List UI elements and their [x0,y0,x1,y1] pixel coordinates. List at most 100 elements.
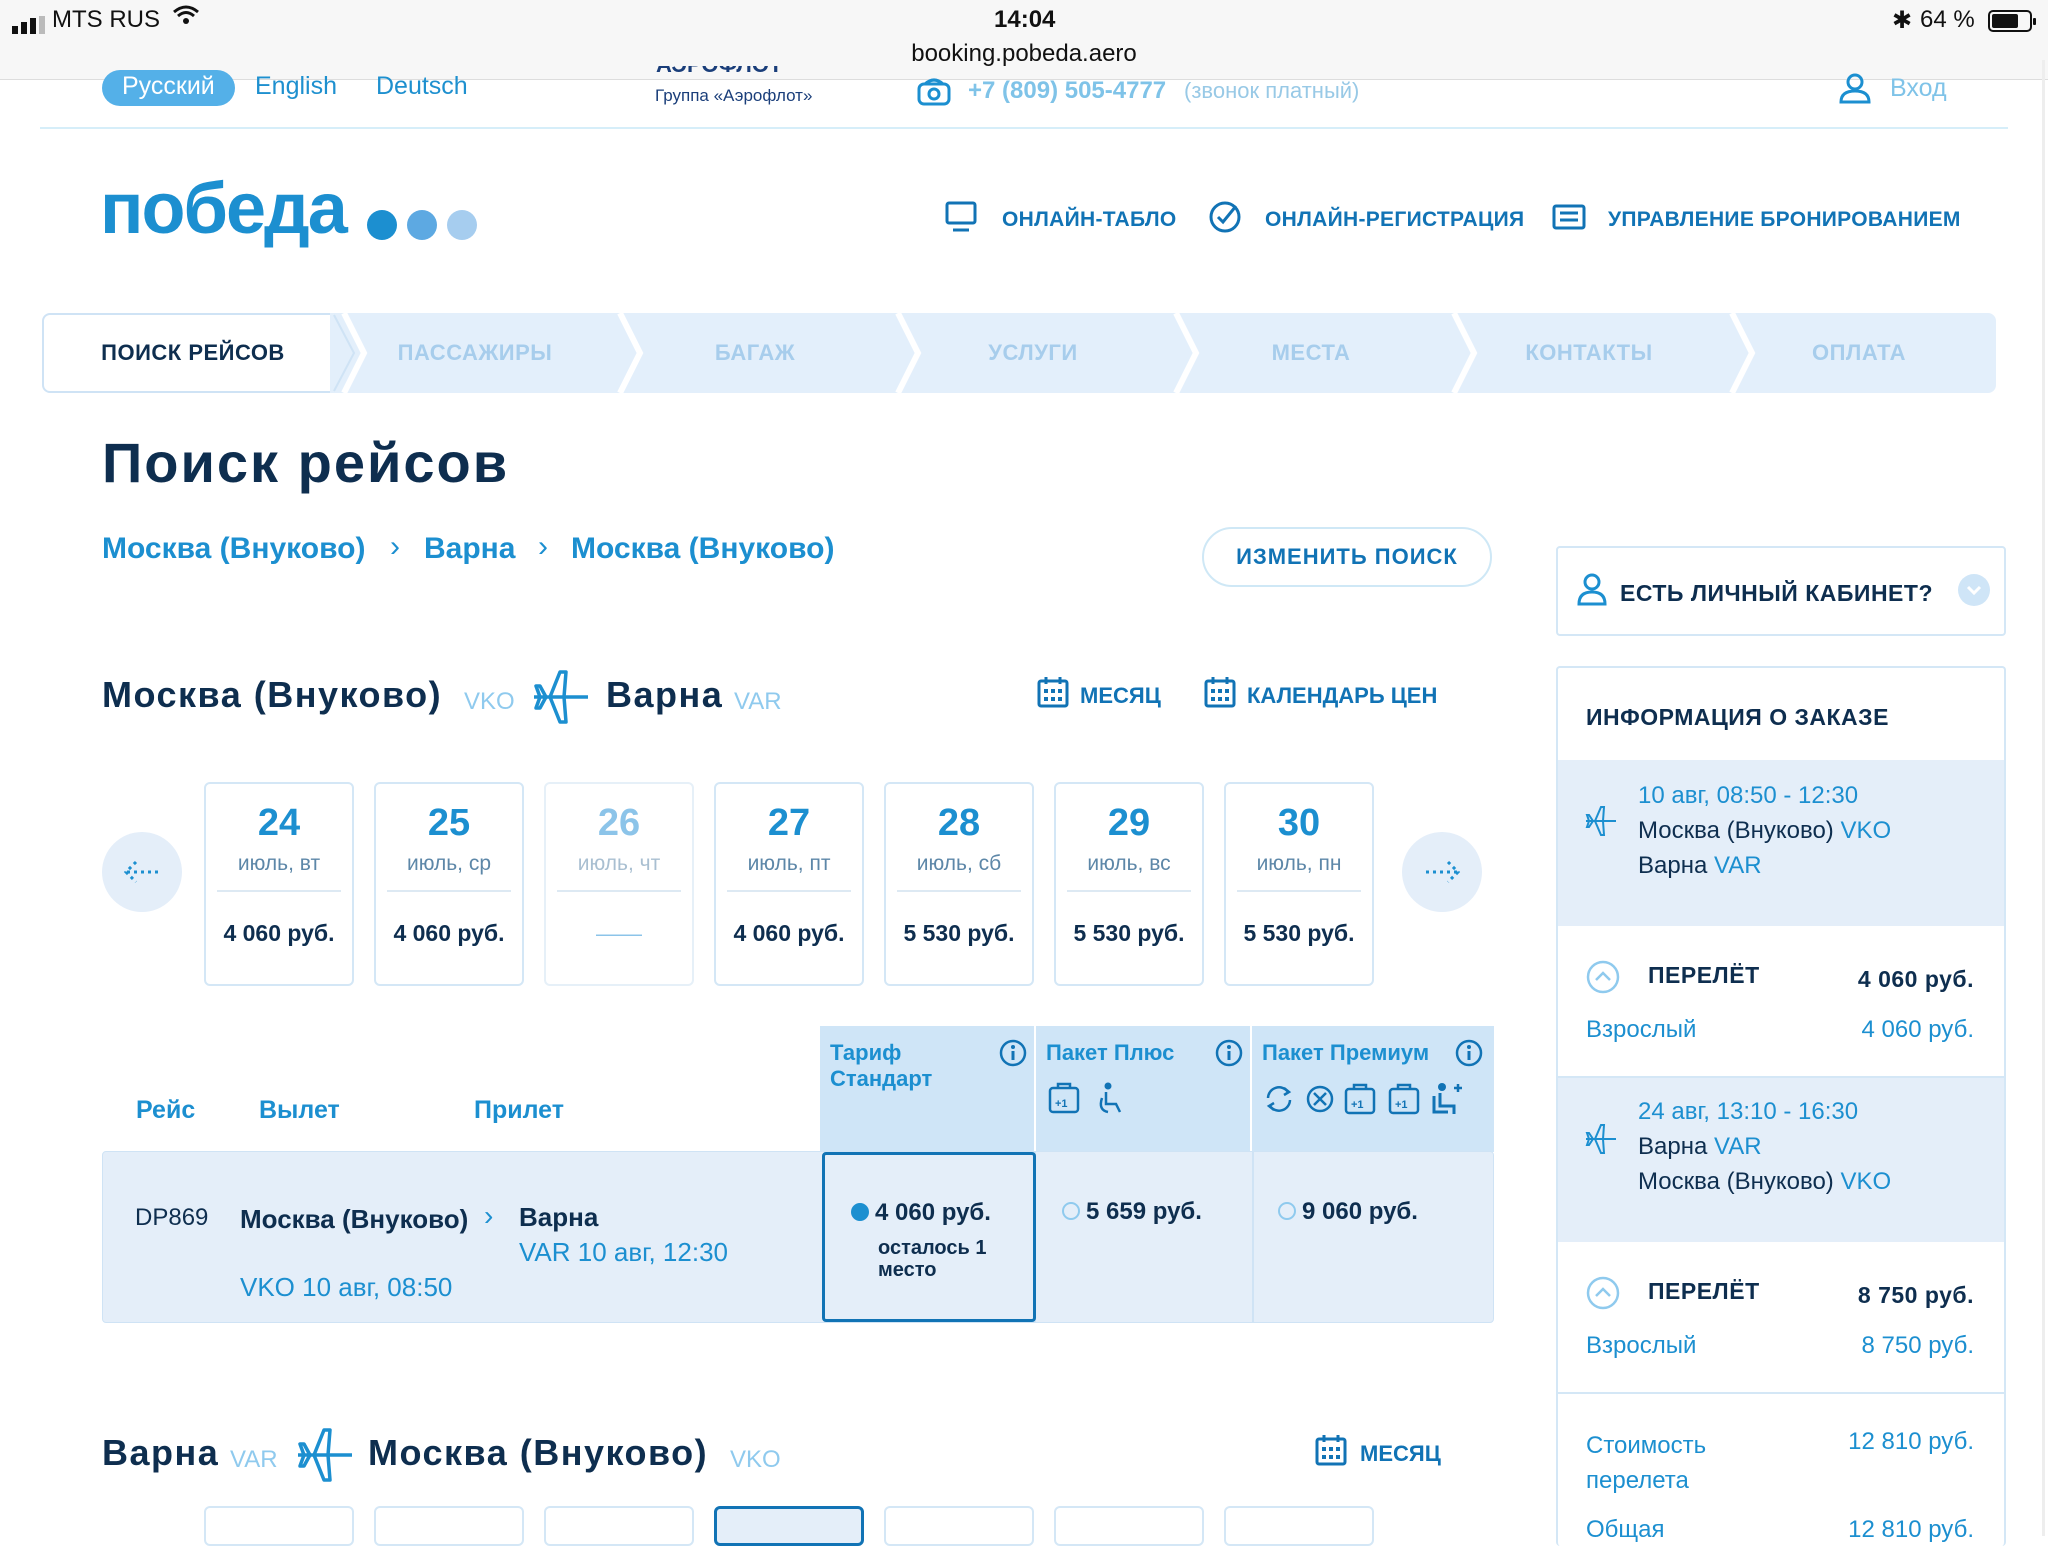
plane-icon [1584,804,1618,843]
fare-standard-selected[interactable]: 4 060 руб. осталось 1 место [822,1152,1036,1322]
svg-text:+1: +1 [1351,1099,1364,1111]
scrollbar[interactable] [2042,60,2045,1536]
flight-cost-label: Стоимость перелета [1586,1432,1707,1494]
lang-deutsch[interactable]: Deutsch [376,72,468,101]
svg-text:+1: +1 [1055,1098,1068,1110]
col-arrival: Прилет [474,1096,564,1124]
calendar-icon [1314,1433,1348,1472]
pobeda-logo[interactable]: победа [100,168,348,250]
return-from-code: VAR [230,1446,278,1473]
phone-number[interactable]: +7 (809) 505-4777 [968,77,1166,105]
lang-russian[interactable]: Русский [102,70,235,106]
date-option[interactable]: 28 июль, сб 5 530 руб. [884,782,1034,986]
col-departure: Вылет [259,1096,340,1124]
chevron-right-icon: › [390,530,400,563]
flight-cost-value: 12 810 руб. [1848,1428,1974,1455]
outbound-to-code: VAR [734,688,782,715]
outbound-from: Москва (Внуково) [102,674,443,715]
outbound-to: Варна [606,674,724,715]
chevron-down-icon[interactable] [1958,574,1990,606]
plane-icon [294,1424,356,1491]
pax-price: 8 750 руб. [1861,1332,1975,1359]
aeroflot-group-text: Группа «Аэрофлот» [655,86,813,105]
nav-online-checkin[interactable]: ОНЛАЙН-РЕГИСТРАЦИЯ [1265,208,1524,232]
date-option[interactable]: 25 июль, ср 4 060 руб. [374,782,524,986]
ios-status-bar: MTS RUS 14:04 booking.pobeda.aero ✱ 64 % [0,0,2048,80]
return-date-option[interactable] [884,1506,1034,1546]
info-icon[interactable] [1455,1039,1483,1072]
return-date-option[interactable] [1224,1506,1374,1546]
fare-plus-option[interactable]: 5 659 руб. [1062,1198,1202,1226]
calendar-icon [1203,675,1237,714]
bluetooth-icon: ✱ [1892,7,1913,34]
plane-icon [1584,1122,1618,1161]
baggage-icons: +1 [1048,1082,1122,1114]
signal-icon [12,6,48,34]
header-divider [40,127,2008,129]
segment-return: 24 авг, 13:10 - 16:30 Варна VAR Москва (… [1558,1078,2004,1242]
collapse-icon[interactable] [1586,960,1620,999]
order-info-title: ИНФОРМАЦИЯ О ЗАКАЗЕ [1586,704,1889,730]
prev-dates-button[interactable] [102,832,182,912]
list-card-icon [1552,200,1586,234]
login-link[interactable]: Вход [1890,74,1947,103]
month-link[interactable]: МЕСЯЦ [1080,683,1161,709]
info-icon[interactable] [1215,1039,1243,1072]
price-calendar-link[interactable]: КАЛЕНДАРЬ ЦЕН [1247,683,1437,709]
return-date-option[interactable] [374,1506,524,1546]
nav-online-board[interactable]: ОНЛАЙН-ТАБЛО [1002,208,1177,232]
radio-selected-icon [851,1203,869,1221]
wifi-icon [172,4,200,32]
step-search[interactable]: ПОИСК РЕЙСОВ [42,313,344,393]
date-option[interactable]: 27 июль, пт 4 060 руб. [714,782,864,986]
leg-total: 8 750 руб. [1857,1282,1974,1308]
monitor-icon [944,200,978,234]
leg-total: 4 060 руб. [1857,966,1974,992]
date-option: 26 июль, чт —— [544,782,694,986]
breadcrumb-destination[interactable]: Варна [424,532,515,566]
flight-number: DP869 [135,1204,209,1231]
segment-time: 10 авг, 08:50 - 12:30 [1638,782,1859,809]
personal-cabinet-box[interactable]: ЕСТЬ ЛИЧНЫЙ КАБИНЕТ? [1556,546,2006,636]
fare-premium-option[interactable]: 9 060 руб. [1278,1198,1418,1226]
premium-feature-icons: +1 +1 [1266,1083,1462,1115]
departure-city: Москва (Внуково) [240,1204,469,1234]
breadcrumb-return[interactable]: Москва (Внуково) [571,532,834,566]
step-separators [333,313,1756,393]
outbound-from-code: VKO [464,688,515,715]
battery-percent: 64 % [1920,6,1975,33]
date-option[interactable]: 30 июль, пн 5 530 руб. [1224,782,1374,986]
change-search-button[interactable]: ИЗМЕНИТЬ ПОИСК [1202,527,1492,587]
nav-manage-booking[interactable]: УПРАВЛЕНИЕ БРОНИРОВАНИЕМ [1608,208,1961,232]
user-icon[interactable] [1838,72,1872,109]
aeroflot-logo: АЭРОФЛОТ [656,66,816,78]
return-month-link[interactable]: МЕСЯЦ [1360,1441,1441,1467]
calendar-icon [1036,675,1070,714]
next-dates-button[interactable] [1402,832,1482,912]
carrier-label: MTS RUS [52,6,160,33]
user-icon [1576,572,1608,611]
date-option[interactable]: 29 июль, вс 5 530 руб. [1054,782,1204,986]
breadcrumb-origin[interactable]: Москва (Внуково) [102,532,365,566]
segment-time: 24 авг, 13:10 - 16:30 [1638,1098,1859,1125]
battery-icon [1988,10,2036,32]
info-icon[interactable] [999,1039,1027,1072]
return-to-code: VKO [730,1446,781,1473]
radio-icon [1062,1202,1080,1220]
collapse-icon[interactable] [1586,1276,1620,1315]
check-circle-icon [1208,200,1242,234]
date-option[interactable]: 24 июль, вт 4 060 руб. [204,782,354,986]
phone-note: (звонок платный) [1184,78,1360,103]
total-value: 12 810 руб. [1848,1516,1974,1543]
pax-type: Взрослый [1586,1016,1697,1043]
lang-english[interactable]: English [255,72,337,101]
logo-dots [366,208,482,249]
return-date-option-selected[interactable] [714,1506,864,1546]
return-date-option[interactable] [1054,1506,1204,1546]
url-bar[interactable]: booking.pobeda.aero [908,40,1140,68]
pax-price: 4 060 руб. [1861,1016,1975,1043]
return-date-option[interactable] [204,1506,354,1546]
return-date-option[interactable] [544,1506,694,1546]
svg-text:+1: +1 [1395,1099,1408,1111]
total-label: Общая [1586,1516,1665,1543]
